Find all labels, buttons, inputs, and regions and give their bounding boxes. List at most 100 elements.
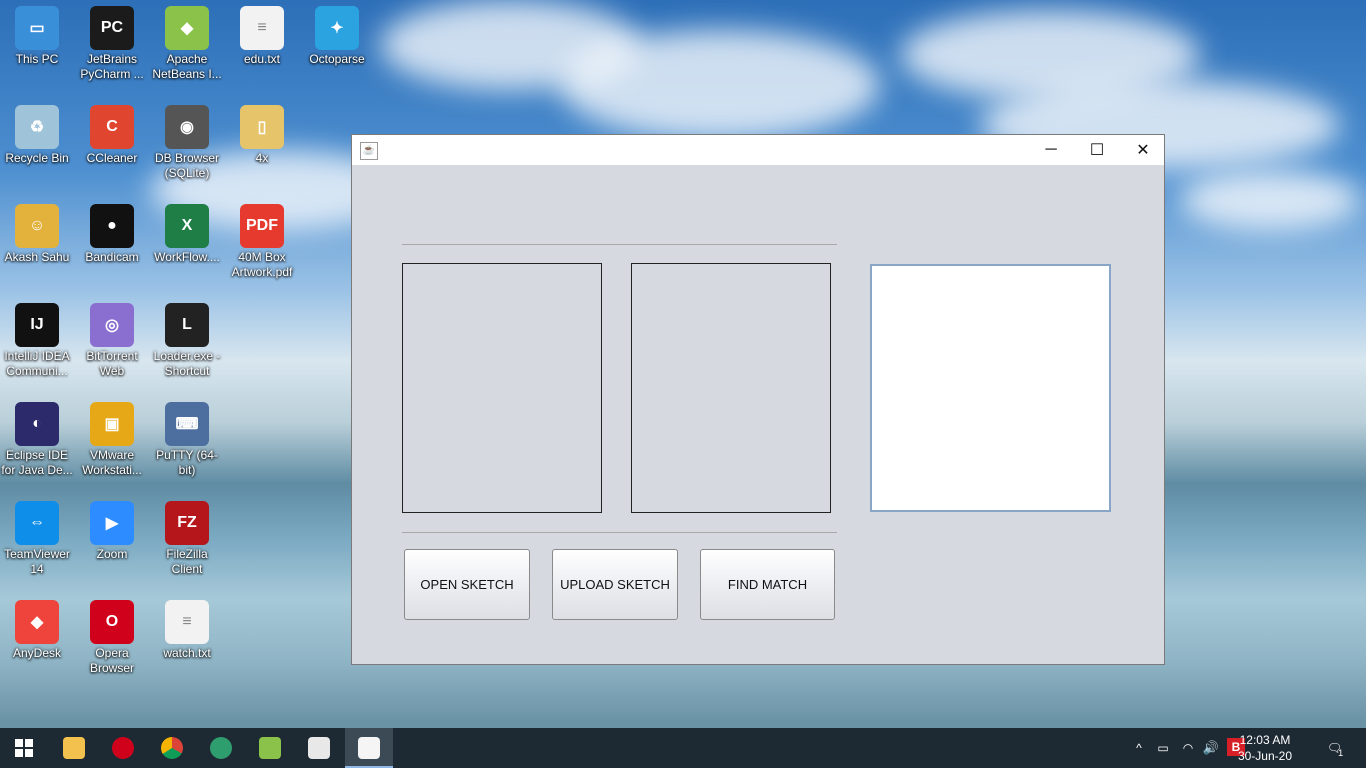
taskbar: ^ ▭ ◠ 🔊 B 12:03 AM 30-Jun-20 🗨 1: [0, 728, 1366, 768]
paint-taskbar[interactable]: [295, 728, 343, 768]
desktop-icon-label: Eclipse IDE for Java De...: [1, 448, 73, 477]
opera-taskbar[interactable]: [99, 728, 147, 768]
match-panel: [631, 263, 831, 513]
app-icon: ●: [90, 204, 134, 248]
desktop-icon[interactable]: X WorkFlow....: [150, 198, 224, 265]
desktop-icon[interactable]: ▣ VMware Workstati...: [75, 396, 149, 478]
desktop-icon-label: VMware Workstati...: [82, 448, 142, 477]
paint-icon: [308, 737, 330, 759]
desktop-icon-label: Loader.exe - Shortcut: [153, 349, 221, 378]
folder-icon: [63, 737, 85, 759]
desktop-icon[interactable]: ◆ AnyDesk: [0, 594, 74, 661]
app-icon: FZ: [165, 501, 209, 545]
desktop-icon-label: WorkFlow....: [154, 250, 220, 264]
app-icon: ▣: [90, 402, 134, 446]
file-explorer-taskbar[interactable]: [50, 728, 98, 768]
desktop-icon[interactable]: ▭ This PC: [0, 0, 74, 67]
desktop-icon-label: TeamViewer 14: [4, 547, 70, 576]
app-window: ☕ ─ ☐ ✕ OPEN SKETCH UPLOAD SKETCH FIND M…: [351, 134, 1165, 665]
desktop-icon-label: Octoparse: [309, 52, 365, 66]
battery-icon[interactable]: ▭: [1154, 728, 1172, 768]
desktop-icon-label: edu.txt: [243, 52, 281, 66]
desktop-icon[interactable]: ● Bandicam: [75, 198, 149, 265]
desktop-icon-label: Bandicam: [85, 250, 139, 264]
desktop-icon[interactable]: ≡ edu.txt: [225, 0, 299, 67]
result-panel: [870, 264, 1111, 512]
open-sketch-button[interactable]: OPEN SKETCH: [404, 549, 530, 620]
desktop-icon[interactable]: IJ IntelliJ IDEA Communi...: [0, 297, 74, 379]
maximize-button[interactable]: ☐: [1074, 135, 1120, 165]
java-cup-icon: [358, 737, 380, 759]
app-icon: ⇔: [15, 501, 59, 545]
desktop-icon-label: CCleaner: [86, 151, 138, 165]
volume-icon[interactable]: 🔊: [1201, 728, 1221, 768]
clock[interactable]: 12:03 AM 30-Jun-20: [1238, 732, 1292, 764]
desktop-icon-label: Akash Sahu: [4, 250, 70, 264]
desktop-icon[interactable]: ⇔ TeamViewer 14: [0, 495, 74, 577]
date-text: 30-Jun-20: [1237, 749, 1292, 763]
app-icon: ♻: [15, 105, 59, 149]
netbeans-icon: [259, 737, 281, 759]
desktop-icon-label: watch.txt: [163, 646, 211, 660]
desktop-icon-label: This PC: [15, 52, 59, 66]
desktop-icon[interactable]: ◆ Apache NetBeans I...: [150, 0, 224, 82]
app-icon: ◐: [15, 402, 59, 446]
app-icon: ▯: [240, 105, 284, 149]
desktop-icon[interactable]: FZ FileZilla Client: [150, 495, 224, 577]
edge-icon: [210, 737, 232, 759]
notification-count: 1: [1338, 748, 1344, 758]
desktop-icon-label: IntelliJ IDEA Communi...: [4, 349, 70, 378]
desktop-icon-label: 40M Box Artwork.pdf: [231, 250, 293, 279]
desktop-icon-label: JetBrains PyCharm ...: [80, 52, 144, 81]
desktop-icon-label: Opera Browser: [89, 646, 134, 675]
desktop-icon[interactable]: ⌨ PuTTY (64-bit): [150, 396, 224, 478]
app-icon: PC: [90, 6, 134, 50]
app-icon: X: [165, 204, 209, 248]
bottom-separator: [402, 532, 837, 533]
desktop-icon-label: AnyDesk: [12, 646, 62, 660]
desktop-icon-label: 4x: [255, 151, 269, 165]
chevron-up-icon[interactable]: ^: [1130, 728, 1148, 768]
desktop-icon-label: FileZilla Client: [166, 547, 208, 576]
app-icon: ≡: [165, 600, 209, 644]
minimize-button[interactable]: ─: [1028, 135, 1074, 165]
upload-sketch-button[interactable]: UPLOAD SKETCH: [552, 549, 678, 620]
desktop-icon-label: Recycle Bin: [5, 151, 69, 165]
close-button[interactable]: ✕: [1120, 135, 1166, 165]
notification-center[interactable]: 🗨 1: [1320, 728, 1350, 768]
app-icon: ◆: [15, 600, 59, 644]
chrome-icon: [161, 737, 183, 759]
desktop-icon-label: BitTorrent Web: [86, 349, 138, 378]
desktop-icon-label: Apache NetBeans I...: [152, 52, 222, 81]
find-match-button[interactable]: FIND MATCH: [700, 549, 835, 620]
windows-logo-icon: [15, 739, 33, 757]
desktop-icon[interactable]: ☺ Akash Sahu: [0, 198, 74, 265]
app-icon: ≡: [240, 6, 284, 50]
desktop-icon[interactable]: ▶ Zoom: [75, 495, 149, 562]
start-button[interactable]: [0, 728, 48, 768]
desktop-icon[interactable]: ◎ BitTorrent Web: [75, 297, 149, 379]
desktop-icon[interactable]: ♻ Recycle Bin: [0, 99, 74, 166]
desktop-icon[interactable]: O Opera Browser: [75, 594, 149, 676]
title-bar[interactable]: ☕ ─ ☐ ✕: [352, 135, 1164, 165]
desktop-icon[interactable]: ✦ Octoparse: [300, 0, 374, 67]
app-icon: L: [165, 303, 209, 347]
app-icon: ⌨: [165, 402, 209, 446]
desktop-icon[interactable]: ▯ 4x: [225, 99, 299, 166]
netbeans-taskbar[interactable]: [246, 728, 294, 768]
desktop-icon[interactable]: PC JetBrains PyCharm ...: [75, 0, 149, 82]
java-taskbar[interactable]: [345, 728, 393, 768]
app-icon: IJ: [15, 303, 59, 347]
edge-taskbar[interactable]: [197, 728, 245, 768]
desktop-icon[interactable]: PDF 40M Box Artwork.pdf: [225, 198, 299, 280]
wifi-icon[interactable]: ◠: [1178, 728, 1198, 768]
desktop-icon[interactable]: ◐ Eclipse IDE for Java De...: [0, 396, 74, 478]
sketch-panel: [402, 263, 602, 513]
app-icon: ☺: [15, 204, 59, 248]
opera-icon: [112, 737, 134, 759]
chrome-taskbar[interactable]: [148, 728, 196, 768]
desktop-icon[interactable]: L Loader.exe - Shortcut: [150, 297, 224, 379]
desktop-icon[interactable]: ≡ watch.txt: [150, 594, 224, 661]
desktop-icon[interactable]: ◉ DB Browser (SQLite): [150, 99, 224, 181]
desktop-icon[interactable]: C CCleaner: [75, 99, 149, 166]
